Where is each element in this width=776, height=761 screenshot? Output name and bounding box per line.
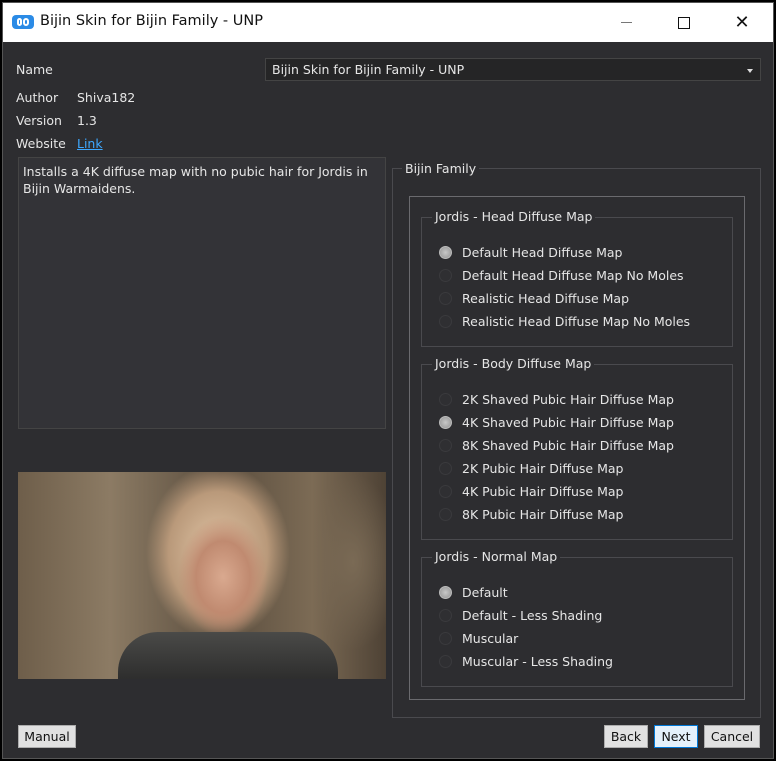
close-button[interactable]: ✕ xyxy=(719,3,765,42)
version-label: Version xyxy=(16,113,62,128)
author-value: Shiva182 xyxy=(77,90,136,105)
next-button[interactable]: Next xyxy=(654,725,698,748)
radio-normal-muscular-less-shading[interactable]: Muscular - Less Shading xyxy=(439,651,613,671)
name-select[interactable]: Bijin Skin for Bijin Family - UNP xyxy=(265,58,761,81)
version-value: 1.3 xyxy=(77,113,97,128)
radio-default-head-diffuse[interactable]: Default Head Diffuse Map xyxy=(439,242,623,262)
radio-normal-default[interactable]: Default xyxy=(439,582,508,602)
maximize-icon xyxy=(678,16,690,29)
radio-8k-shaved[interactable]: 8K Shaved Pubic Hair Diffuse Map xyxy=(439,435,674,455)
radio-normal-default-less-shading[interactable]: Default - Less Shading xyxy=(439,605,602,625)
options-panel-title: Bijin Family xyxy=(402,161,480,176)
installer-window: Bijin Skin for Bijin Family - UNP ✕ Name… xyxy=(2,2,774,759)
window-title: Bijin Skin for Bijin Family - UNP xyxy=(40,13,263,29)
minimize-icon xyxy=(620,22,632,23)
chevron-down-icon xyxy=(747,69,753,73)
maximize-button[interactable] xyxy=(661,3,707,42)
group-head-diffuse-title: Jordis - Head Diffuse Map xyxy=(432,209,596,224)
radio-4k-shaved[interactable]: 4K Shaved Pubic Hair Diffuse Map xyxy=(439,412,674,432)
radio-2k-shaved[interactable]: 2K Shaved Pubic Hair Diffuse Map xyxy=(439,389,674,409)
website-label: Website xyxy=(16,136,66,151)
radio-default-head-diffuse-no-moles[interactable]: Default Head Diffuse Map No Moles xyxy=(439,265,684,285)
app-logo-icon xyxy=(12,15,34,29)
title-bar: Bijin Skin for Bijin Family - UNP ✕ xyxy=(3,3,773,42)
manual-button[interactable]: Manual xyxy=(18,725,76,748)
radio-realistic-head-diffuse[interactable]: Realistic Head Diffuse Map xyxy=(439,288,629,308)
close-icon: ✕ xyxy=(734,12,750,33)
description-box[interactable]: Installs a 4K diffuse map with no pubic … xyxy=(18,157,386,429)
group-body-diffuse-title: Jordis - Body Diffuse Map xyxy=(432,356,595,371)
group-normal-map-title: Jordis - Normal Map xyxy=(432,549,561,564)
back-button[interactable]: Back xyxy=(604,725,648,748)
preview-image xyxy=(18,472,386,679)
website-link[interactable]: Link xyxy=(77,136,103,151)
radio-normal-muscular[interactable]: Muscular xyxy=(439,628,518,648)
radio-realistic-head-diffuse-no-moles[interactable]: Realistic Head Diffuse Map No Moles xyxy=(439,311,690,331)
name-select-value: Bijin Skin for Bijin Family - UNP xyxy=(272,62,465,77)
radio-8k-pubic[interactable]: 8K Pubic Hair Diffuse Map xyxy=(439,504,623,524)
radio-2k-pubic[interactable]: 2K Pubic Hair Diffuse Map xyxy=(439,458,623,478)
name-label: Name xyxy=(16,62,53,77)
radio-4k-pubic[interactable]: 4K Pubic Hair Diffuse Map xyxy=(439,481,623,501)
minimize-button[interactable] xyxy=(603,3,649,42)
cancel-button[interactable]: Cancel xyxy=(704,725,760,748)
author-label: Author xyxy=(16,90,59,105)
